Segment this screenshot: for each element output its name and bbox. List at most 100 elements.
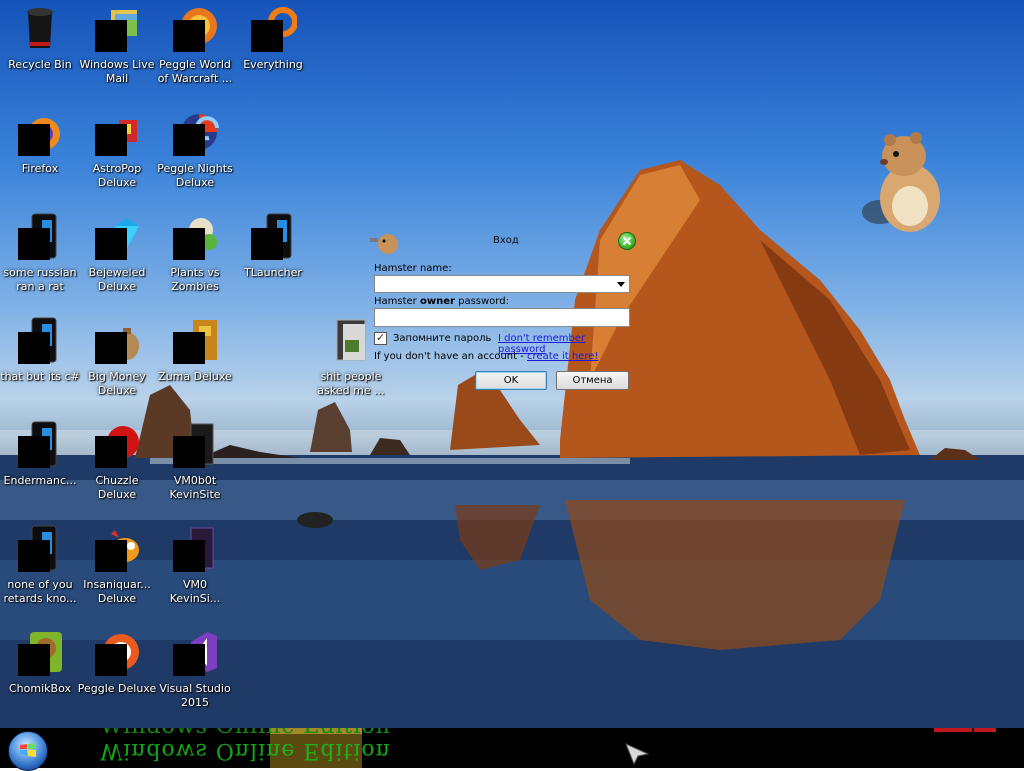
icon-label: AstroPop Deluxe	[92, 162, 142, 189]
icon-label: none of you retards kno...	[3, 578, 77, 605]
big-money-icon	[93, 316, 141, 364]
taskbar: Windows Online Edition Windows Online Ed…	[0, 728, 1024, 768]
desktop-icon-endermanc[interactable]: Endermanc...	[0, 420, 80, 488]
tlauncher-icon	[249, 212, 297, 260]
desktop-icon-big-money[interactable]: Big Money Deluxe	[77, 316, 157, 398]
banner-text-reflection: Windows Online Edition	[100, 738, 391, 763]
windows-live-mail-icon	[93, 4, 141, 52]
desktop-icon-none-of-you[interactable]: none of you retards kno...	[0, 524, 80, 606]
desktop-icon-bejeweled[interactable]: Bejeweled Deluxe	[77, 212, 157, 294]
icon-label: ChomikBox	[9, 682, 71, 695]
icon-label: Windows Live Mail	[79, 58, 155, 85]
redaction-box	[95, 644, 127, 676]
no-account-text: If you don't have an account - create it…	[374, 351, 598, 362]
redaction-box	[251, 20, 283, 52]
ok-button[interactable]: OK	[475, 371, 547, 390]
redaction-box	[95, 20, 127, 52]
redaction-box	[173, 124, 205, 156]
desktop-icon-plants-vs-zombies[interactable]: Plants vs Zombies	[155, 212, 235, 294]
bejeweled-icon	[93, 212, 141, 260]
desktop-icon-tlauncher[interactable]: TLauncher	[233, 212, 313, 280]
icon-label: Peggle Nights Deluxe	[157, 162, 233, 189]
desktop-icon-vm0[interactable]: VM0 KevinSi...	[155, 524, 235, 606]
desktop-icon-firefox[interactable]: Firefox	[0, 108, 80, 176]
desktop-icon-insaniquarium[interactable]: Insaniquar... Deluxe	[77, 524, 157, 606]
desktop-icon-chuzzle[interactable]: Chuzzle Deluxe	[77, 420, 157, 502]
redaction-box	[173, 332, 205, 364]
desktop-icon-that-but-csharp[interactable]: that but its c#	[0, 316, 80, 384]
icon-label: Chuzzle Deluxe	[95, 474, 139, 501]
app-file-icon	[16, 316, 64, 364]
desktop-icon-visual-studio[interactable]: Visual Studio 2015	[155, 628, 235, 710]
desktop-icon-recycle-bin[interactable]: Recycle Bin	[0, 4, 80, 72]
icon-label: Recycle Bin	[8, 58, 72, 71]
vm-file-icon	[171, 524, 219, 572]
peggle-wow-icon	[171, 4, 219, 52]
password-label: Hamster owner password:	[374, 296, 509, 307]
redaction-box	[95, 228, 127, 260]
astropop-icon	[93, 108, 141, 156]
hamster-name-label: Hamster name:	[374, 263, 452, 274]
insaniquarium-icon	[93, 524, 141, 572]
icon-label: Insaniquar... Deluxe	[83, 578, 151, 605]
close-button[interactable]	[618, 232, 636, 250]
redaction-box	[173, 228, 205, 260]
redaction-box	[18, 540, 50, 572]
chevron-down-icon[interactable]	[617, 282, 625, 287]
chomikbox-icon	[16, 628, 64, 676]
recycle-bin-icon	[16, 4, 64, 52]
redaction-box	[18, 436, 50, 468]
icon-label: Plants vs Zombies	[170, 266, 220, 293]
redaction-box	[18, 332, 50, 364]
desktop-icon-chomikbox[interactable]: ChomikBox	[0, 628, 80, 696]
desktop-icon-some-russian[interactable]: some russian ran a rat	[0, 212, 80, 294]
app-file-icon	[16, 420, 64, 468]
redaction-box	[95, 124, 127, 156]
hamster-widget-icon[interactable]	[860, 126, 950, 236]
redaction-box	[251, 228, 283, 260]
chuzzle-icon	[93, 420, 141, 468]
redaction-box	[173, 20, 205, 52]
redaction-box	[173, 540, 205, 572]
icon-label: Firefox	[21, 162, 59, 175]
icon-label: Peggle World of Warcraft ...	[157, 58, 233, 85]
tray-button[interactable]	[974, 728, 996, 732]
vm-file-icon	[171, 420, 219, 468]
start-button[interactable]	[8, 731, 48, 771]
desktop-icon-peggle-nights[interactable]: Peggle Nights Deluxe	[155, 108, 235, 190]
cancel-button[interactable]: Отмена	[556, 371, 629, 390]
icon-label: Zuma Deluxe	[158, 370, 232, 383]
desktop-icon-peggle-wow[interactable]: Peggle World of Warcraft ...	[155, 4, 235, 86]
dialog-title: Вход	[493, 235, 519, 246]
desktop-icon-vm0b0t[interactable]: VM0b0t KevinSite	[155, 420, 235, 502]
desktop-icon-astropop[interactable]: AstroPop Deluxe	[77, 108, 157, 190]
password-label-pre: Hamster	[374, 296, 420, 307]
password-label-owner: owner	[419, 296, 455, 307]
windows-logo-icon	[20, 743, 36, 757]
app-file-icon	[16, 212, 64, 260]
desktop-icon-zuma[interactable]: Zuma Deluxe	[155, 316, 235, 384]
mouse-cursor-icon	[625, 743, 650, 766]
redaction-box	[18, 228, 50, 260]
remember-checkbox[interactable]: ✓	[374, 332, 387, 345]
redaction-box	[95, 540, 127, 572]
plants-vs-zombies-icon	[171, 212, 219, 260]
no-account-label: If you don't have an account -	[374, 351, 528, 362]
desktop-icon-windows-live-mail[interactable]: Windows Live Mail	[77, 4, 157, 86]
password-field[interactable]	[374, 308, 630, 327]
desktop-icon-peggle-deluxe[interactable]: Peggle Deluxe	[77, 628, 157, 696]
everything-search-icon	[249, 4, 298, 52]
create-account-link[interactable]: create it here!	[527, 351, 598, 362]
hamster-name-select[interactable]	[374, 275, 630, 293]
redaction-box	[95, 332, 127, 364]
hamster-app-icon	[370, 234, 398, 254]
desktop-icon-everything[interactable]: Everything	[233, 4, 313, 72]
icon-label: some russian ran a rat	[3, 266, 77, 293]
redaction-box	[95, 436, 127, 468]
icon-label: TLauncher	[244, 266, 302, 279]
tray-button[interactable]	[934, 728, 972, 732]
remember-label: Запомните пароль	[393, 333, 492, 344]
password-label-post: password:	[454, 296, 509, 307]
peggle-nights-icon	[171, 108, 219, 156]
zuma-icon	[171, 316, 219, 364]
